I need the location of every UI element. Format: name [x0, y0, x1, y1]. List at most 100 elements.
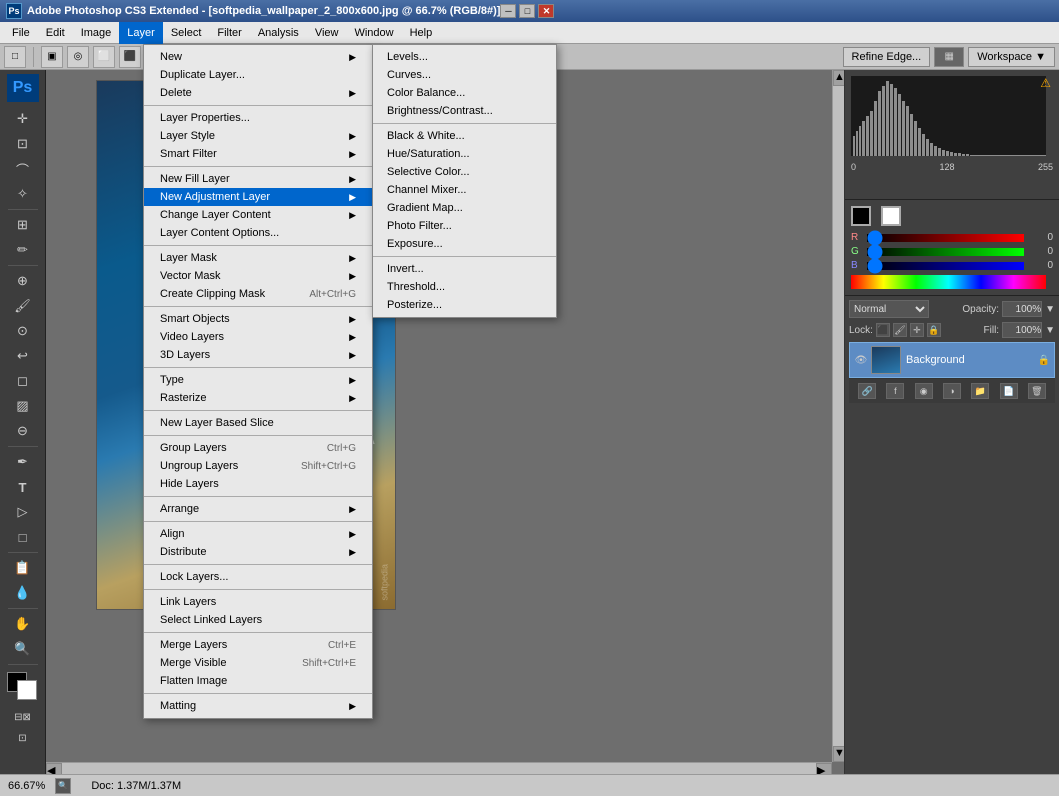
brush-tool[interactable]: 🖌 — [7, 294, 39, 318]
submenu-color-balance[interactable]: Color Balance... — [373, 84, 556, 102]
move-tool[interactable]: ✛ — [7, 107, 39, 131]
menu-layer-new[interactable]: New▶ — [144, 48, 372, 66]
hand-tool[interactable]: ✋ — [7, 612, 39, 636]
menu-layer-properties[interactable]: Layer Properties... — [144, 109, 372, 127]
screen-mode-btn[interactable]: ⊡ — [7, 728, 39, 748]
fill-arrow[interactable]: ▼ — [1045, 325, 1055, 336]
color-swatch[interactable] — [7, 672, 39, 700]
menu-align[interactable]: Align▶ — [144, 525, 372, 543]
selection-tool[interactable]: ⊡ — [7, 132, 39, 156]
eyedropper2-tool[interactable]: 💧 — [7, 581, 39, 605]
menu-distribute[interactable]: Distribute▶ — [144, 543, 372, 561]
opacity-arrow[interactable]: ▼ — [1045, 304, 1055, 315]
menu-merge-layers[interactable]: Merge LayersCtrl+E — [144, 636, 372, 654]
lock-transparent-btn[interactable]: ⬛ — [876, 323, 890, 337]
menu-type[interactable]: Type▶ — [144, 371, 372, 389]
menu-new-adjustment-layer[interactable]: New Adjustment Layer▶ — [144, 188, 372, 206]
scrollbar-up-btn[interactable]: ▲ — [833, 70, 844, 86]
menu-layer-content-options[interactable]: Layer Content Options... — [144, 224, 372, 242]
dodge-tool[interactable]: ⊖ — [7, 419, 39, 443]
restore-button[interactable]: □ — [519, 4, 535, 18]
menu-help[interactable]: Help — [402, 22, 441, 44]
menu-group-layers[interactable]: Group LayersCtrl+G — [144, 439, 372, 457]
menu-create-clipping-mask[interactable]: Create Clipping MaskAlt+Ctrl+G — [144, 285, 372, 303]
menu-layer-style[interactable]: Layer Style▶ — [144, 127, 372, 145]
foreground-swatch[interactable] — [851, 206, 871, 226]
scrollbar-down-btn[interactable]: ▼ — [833, 746, 844, 762]
submenu-exposure[interactable]: Exposure... — [373, 235, 556, 253]
vertical-scrollbar[interactable]: ▲ ▼ — [832, 70, 844, 762]
blue-slider[interactable] — [867, 262, 1024, 270]
opacity-input[interactable] — [1002, 301, 1042, 317]
scrollbar-left-btn[interactable]: ◀ — [46, 763, 62, 774]
submenu-invert[interactable]: Invert... — [373, 260, 556, 278]
shape-tool[interactable]: □ — [7, 525, 39, 549]
add-style-btn[interactable]: f — [886, 383, 904, 399]
menu-ungroup-layers[interactable]: Ungroup LayersShift+Ctrl+G — [144, 457, 372, 475]
new-selection-btn[interactable]: □ — [4, 46, 26, 68]
submenu-photo-filter[interactable]: Photo Filter... — [373, 217, 556, 235]
minimize-button[interactable]: ─ — [500, 4, 516, 18]
menu-select-linked-layers[interactable]: Select Linked Layers — [144, 611, 372, 629]
close-button[interactable]: ✕ — [538, 4, 554, 18]
submenu-gradient-map[interactable]: Gradient Map... — [373, 199, 556, 217]
menu-filter[interactable]: Filter — [209, 22, 249, 44]
menu-view[interactable]: View — [307, 22, 347, 44]
menu-window[interactable]: Window — [346, 22, 401, 44]
menu-file[interactable]: File — [4, 22, 38, 44]
menu-matting[interactable]: Matting▶ — [144, 697, 372, 715]
new-layer-btn[interactable]: 📄 — [1000, 383, 1018, 399]
menu-smart-filter[interactable]: Smart Filter▶ — [144, 145, 372, 163]
menu-new-fill-layer[interactable]: New Fill Layer▶ — [144, 170, 372, 188]
zoom-tool[interactable]: 🔍 — [7, 637, 39, 661]
fill-input[interactable] — [1002, 322, 1042, 338]
eraser-tool[interactable]: ◻ — [7, 369, 39, 393]
menu-vector-mask[interactable]: Vector Mask▶ — [144, 267, 372, 285]
spot-heal-tool[interactable]: ⊕ — [7, 269, 39, 293]
refine-edge-button[interactable]: Refine Edge... — [843, 47, 931, 67]
menu-analysis[interactable]: Analysis — [250, 22, 307, 44]
submenu-levels[interactable]: Levels... — [373, 48, 556, 66]
menu-layer[interactable]: Layer — [119, 22, 163, 44]
lock-all-btn[interactable]: 🔒 — [927, 323, 941, 337]
lock-image-btn[interactable]: 🖌 — [893, 323, 907, 337]
layer-visibility-btn[interactable]: 👁 — [854, 353, 868, 367]
crop-tool[interactable]: ⊞ — [7, 213, 39, 237]
zoom-status-btn[interactable]: 🔍 — [55, 778, 71, 794]
red-slider[interactable] — [867, 234, 1024, 242]
menu-layer-duplicate[interactable]: Duplicate Layer... — [144, 66, 372, 84]
submenu-selective-color[interactable]: Selective Color... — [373, 163, 556, 181]
quick-mask-btn[interactable]: ⊟⊠ — [7, 707, 39, 727]
submenu-curves[interactable]: Curves... — [373, 66, 556, 84]
menu-change-layer-content[interactable]: Change Layer Content▶ — [144, 206, 372, 224]
menu-arrange[interactable]: Arrange▶ — [144, 500, 372, 518]
clone-tool[interactable]: ⊙ — [7, 319, 39, 343]
new-adjustment-btn[interactable]: ◑ — [943, 383, 961, 399]
lock-position-btn[interactable]: ✛ — [910, 323, 924, 337]
blend-mode-select[interactable]: Normal — [849, 300, 929, 318]
menu-smart-objects[interactable]: Smart Objects▶ — [144, 310, 372, 328]
link-layers-btn[interactable]: 🔗 — [858, 383, 876, 399]
ellipse-select-btn[interactable]: ◎ — [67, 46, 89, 68]
gradient-tool[interactable]: ▨ — [7, 394, 39, 418]
notes-tool[interactable]: 📋 — [7, 556, 39, 580]
menu-edit[interactable]: Edit — [38, 22, 73, 44]
menu-3d-layers[interactable]: 3D Layers▶ — [144, 346, 372, 364]
submenu-hue-saturation[interactable]: Hue/Saturation... — [373, 145, 556, 163]
menu-layer-delete[interactable]: Delete▶ — [144, 84, 372, 102]
menu-link-layers[interactable]: Link Layers — [144, 593, 372, 611]
menu-flatten-image[interactable]: Flatten Image — [144, 672, 372, 690]
eyedropper-tool[interactable]: ✏ — [7, 238, 39, 262]
delete-layer-btn[interactable]: 🗑 — [1028, 383, 1046, 399]
rect-select-btn[interactable]: ▣ — [41, 46, 63, 68]
background-layer[interactable]: 👁 Background 🔒 — [849, 342, 1055, 378]
green-slider[interactable] — [867, 248, 1024, 256]
workspace-button[interactable]: Workspace ▼ — [968, 47, 1055, 67]
add-mask-btn[interactable]: ◉ — [915, 383, 933, 399]
menu-rasterize[interactable]: Rasterize▶ — [144, 389, 372, 407]
horizontal-scrollbar[interactable]: ◀ ▶ — [46, 762, 832, 774]
scrollbar-right-btn[interactable]: ▶ — [816, 763, 832, 774]
history-tool[interactable]: ↩ — [7, 344, 39, 368]
menu-merge-visible[interactable]: Merge VisibleShift+Ctrl+E — [144, 654, 372, 672]
path-tool[interactable]: ▷ — [7, 500, 39, 524]
